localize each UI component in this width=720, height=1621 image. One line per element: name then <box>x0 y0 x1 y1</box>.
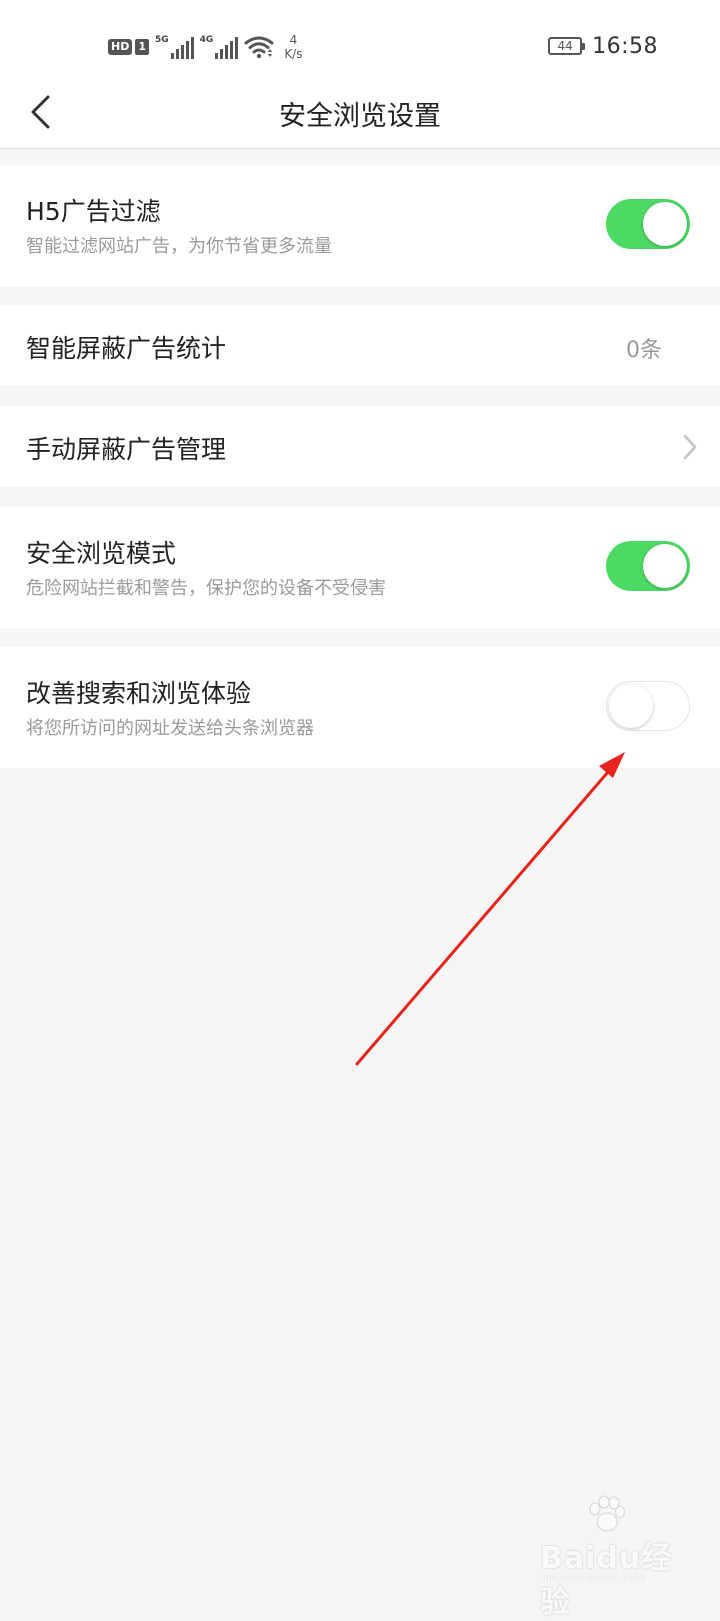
setting-title: 智能屏蔽广告统计 <box>26 334 227 363</box>
setting-safe-browsing-mode: 安全浏览模式 危险网站拦截和警告，保护您的设备不受侵害 <box>0 507 720 628</box>
network-type-label: 4G <box>199 35 214 45</box>
sim-badge: 1 <box>135 39 149 55</box>
network-speed-unit: K/s <box>284 47 303 61</box>
ad-block-count: 0条 <box>626 338 662 363</box>
network-speed: 4 K/s <box>284 33 302 61</box>
status-icons: HD 1 5G 4G 4 K/s <box>108 30 302 64</box>
wifi-icon <box>244 36 274 59</box>
setting-subtitle: 危险网站拦截和警告，保护您的设备不受侵害 <box>26 578 386 599</box>
network-type-label: 5G <box>155 35 169 45</box>
page-title: 安全浏览设置 <box>279 101 441 132</box>
battery-level: 44 <box>557 39 573 53</box>
toggle-knob <box>643 544 687 588</box>
status-bar: HD 1 5G 4G 4 K/s 44 16:58 <box>0 0 720 90</box>
setting-title: 安全浏览模式 <box>26 539 177 568</box>
safe-browsing-toggle[interactable] <box>606 541 690 591</box>
signal-4g-icon: 4G <box>200 35 239 59</box>
setting-ad-block-stats[interactable]: 智能屏蔽广告统计 0条 <box>0 305 720 385</box>
clock: 16:58 <box>592 33 658 59</box>
setting-manual-ad-block[interactable]: 手动屏蔽广告管理 <box>0 406 720 486</box>
baidu-watermark: Baidu经验 jingyan.baidu.com <box>540 1495 680 1620</box>
hd-voice-badge: HD <box>108 39 133 55</box>
status-right: 44 16:58 <box>548 30 658 62</box>
nav-bar: 安全浏览设置 <box>0 90 720 149</box>
battery-icon: 44 <box>548 37 586 55</box>
setting-title: H5广告过滤 <box>26 197 161 226</box>
setting-h5-ad-filter: H5广告过滤 智能过滤网站广告，为你节省更多流量 <box>0 165 720 286</box>
setting-subtitle: 智能过滤网站广告，为你节省更多流量 <box>26 236 332 257</box>
setting-title: 手动屏蔽广告管理 <box>26 435 227 464</box>
signal-5g-icon: 5G <box>155 35 194 59</box>
toggle-knob <box>609 684 653 728</box>
paw-logo-icon <box>589 1495 625 1532</box>
setting-improve-experience: 改善搜索和浏览体验 将您所访问的网址发送给头条浏览器 <box>0 647 720 768</box>
watermark-site: jingyan.baidu.com <box>544 1571 646 1584</box>
improve-experience-toggle[interactable] <box>606 681 690 731</box>
network-speed-value: 4 <box>289 33 298 47</box>
chevron-right-icon <box>683 434 697 460</box>
h5-ad-filter-toggle[interactable] <box>606 199 690 249</box>
setting-title: 改善搜索和浏览体验 <box>26 679 252 708</box>
toggle-knob <box>643 202 687 246</box>
setting-subtitle: 将您所访问的网址发送给头条浏览器 <box>26 718 314 739</box>
